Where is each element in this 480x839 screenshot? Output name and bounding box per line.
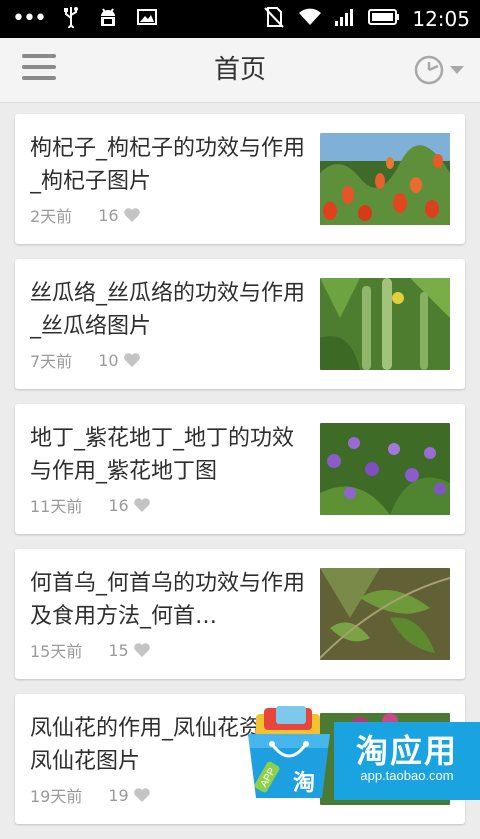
article-likes: 16 xyxy=(108,496,150,515)
no-sim-icon xyxy=(262,5,286,33)
taobao-app-bag-icon[interactable]: APP 淘 xyxy=(242,704,336,800)
article-card[interactable]: 何首乌_何首乌的功效与作用及食用方法_何首… 15天前 15 xyxy=(15,549,465,679)
page-title: 首页 xyxy=(213,55,266,85)
usb-icon xyxy=(63,6,79,32)
article-likes: 16 xyxy=(98,206,140,225)
article-meta: 15天前 15 xyxy=(30,638,151,662)
article-title[interactable]: 枸杞子_枸杞子的功效与作用_枸杞子图片 xyxy=(30,132,305,198)
ad-bag-character: 淘 xyxy=(293,770,315,796)
article-title[interactable]: 地丁_紫花地丁_地丁的功效与作用_紫花地丁图 xyxy=(30,422,305,488)
like-count: 16 xyxy=(98,205,119,225)
taobao-app-banner[interactable]: 淘应用 app.taobao.com xyxy=(334,722,480,800)
article-time: 15天前 xyxy=(30,642,83,661)
status-bar-system: 12:05 xyxy=(262,0,470,38)
article-likes: 15 xyxy=(108,641,150,660)
article-title[interactable]: 何首乌_何首乌的功效与作用及食用方法_何首… xyxy=(30,567,305,633)
heart-icon xyxy=(133,788,150,802)
more-dots-icon: ••• xyxy=(12,6,47,31)
article-thumbnail[interactable] xyxy=(320,278,450,370)
article-likes: 19 xyxy=(108,786,150,805)
ad-brand: 淘应用 xyxy=(355,732,458,770)
like-count: 10 xyxy=(98,350,119,370)
article-time: 19天前 xyxy=(30,787,83,806)
image-icon xyxy=(136,8,157,30)
battery-icon xyxy=(368,8,400,30)
article-thumbnail[interactable] xyxy=(320,133,450,225)
article-time: 11天前 xyxy=(30,497,83,516)
article-thumbnail[interactable] xyxy=(320,423,450,515)
like-count: 15 xyxy=(108,640,129,660)
android-debug-icon xyxy=(97,6,119,32)
article-time: 2天前 xyxy=(30,207,73,226)
history-button[interactable] xyxy=(414,54,466,86)
article-card[interactable]: 枸杞子_枸杞子的功效与作用_枸杞子图片 2天前 16 xyxy=(15,114,465,244)
article-card[interactable]: 地丁_紫花地丁_地丁的功效与作用_紫花地丁图 11天前 16 xyxy=(15,404,465,534)
status-bar-notifications: ••• xyxy=(12,0,157,38)
article-title[interactable]: 丝瓜络_丝瓜络的功效与作用_丝瓜络图片 xyxy=(30,277,305,343)
status-bar: ••• 12:05 xyxy=(0,0,480,38)
article-meta: 11天前 16 xyxy=(30,493,151,517)
article-meta: 19天前 19 xyxy=(30,783,151,807)
article-meta: 7天前 10 xyxy=(30,348,141,372)
heart-icon xyxy=(123,208,140,222)
like-count: 19 xyxy=(108,785,129,805)
ad-url: app.taobao.com xyxy=(360,768,454,783)
heart-icon xyxy=(133,643,150,657)
article-likes: 10 xyxy=(98,351,140,370)
article-thumbnail[interactable] xyxy=(320,568,450,660)
clock-dropdown-icon xyxy=(414,55,464,85)
heart-icon xyxy=(133,498,150,512)
wifi-icon xyxy=(298,7,322,31)
article-time: 7天前 xyxy=(30,352,73,371)
article-card[interactable]: 丝瓜络_丝瓜络的功效与作用_丝瓜络图片 7天前 10 xyxy=(15,259,465,389)
like-count: 16 xyxy=(108,495,129,515)
signal-icon xyxy=(334,7,356,31)
status-time: 12:05 xyxy=(412,7,470,31)
heart-icon xyxy=(123,353,140,367)
article-meta: 2天前 16 xyxy=(30,203,141,227)
app-bar: 首页 xyxy=(0,38,480,103)
